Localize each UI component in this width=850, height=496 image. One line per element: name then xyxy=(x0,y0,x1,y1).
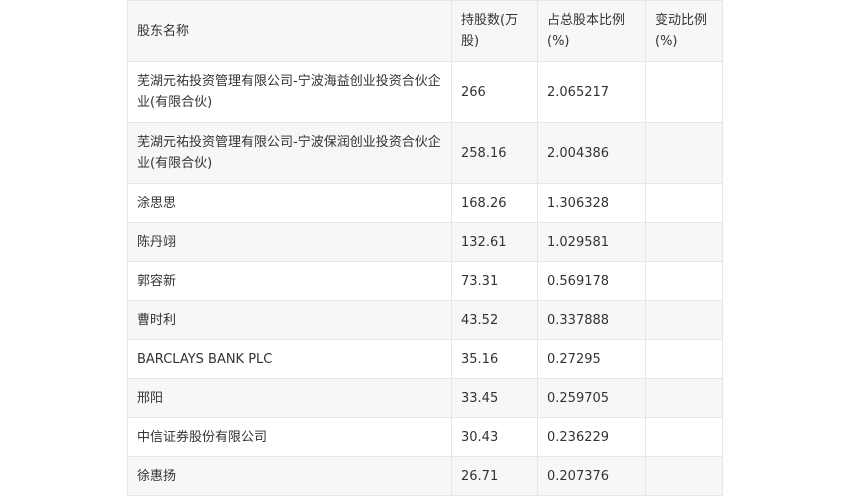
cell-change-ratio xyxy=(645,122,723,184)
cell-shares-held: 266 xyxy=(451,61,538,123)
cell-shares-held: 73.31 xyxy=(451,261,538,301)
table-row: 曹时利 43.52 0.337888 xyxy=(127,300,723,340)
table-body: 芜湖元祐投资管理有限公司-宁波海益创业投资合伙企业(有限合伙) 266 2.06… xyxy=(127,61,723,496)
table-header: 股东名称 持股数(万股) 占总股本比例(%) 变动比例(%) xyxy=(127,0,723,62)
table-row: 郭容新 73.31 0.569178 xyxy=(127,261,723,301)
cell-change-ratio xyxy=(645,300,723,340)
table-row: 芜湖元祐投资管理有限公司-宁波海益创业投资合伙企业(有限合伙) 266 2.06… xyxy=(127,61,723,123)
cell-change-ratio xyxy=(645,417,723,457)
cell-shareholder-name: 芜湖元祐投资管理有限公司-宁波海益创业投资合伙企业(有限合伙) xyxy=(127,61,452,123)
header-row: 股东名称 持股数(万股) 占总股本比例(%) 变动比例(%) xyxy=(127,0,723,62)
cell-change-ratio xyxy=(645,456,723,496)
table-row: 徐惠扬 26.71 0.207376 xyxy=(127,456,723,496)
cell-shareholder-name: 郭容新 xyxy=(127,261,452,301)
table-row: 邢阳 33.45 0.259705 xyxy=(127,378,723,418)
cell-shareholder-name: 徐惠扬 xyxy=(127,456,452,496)
cell-change-ratio xyxy=(645,61,723,123)
table-row: 陈丹翊 132.61 1.029581 xyxy=(127,222,723,262)
header-share-ratio: 占总股本比例(%) xyxy=(537,0,646,62)
cell-share-ratio: 2.004386 xyxy=(537,122,646,184)
cell-shareholder-name: 涂思思 xyxy=(127,183,452,223)
cell-shares-held: 26.71 xyxy=(451,456,538,496)
cell-change-ratio xyxy=(645,222,723,262)
shareholder-table: 股东名称 持股数(万股) 占总股本比例(%) 变动比例(%) 芜湖元祐投资管理有… xyxy=(127,0,723,496)
cell-shareholder-name: 中信证券股份有限公司 xyxy=(127,417,452,457)
table-row: 芜湖元祐投资管理有限公司-宁波保润创业投资合伙企业(有限合伙) 258.16 2… xyxy=(127,122,723,184)
cell-shares-held: 35.16 xyxy=(451,339,538,379)
cell-shareholder-name: 芜湖元祐投资管理有限公司-宁波保润创业投资合伙企业(有限合伙) xyxy=(127,122,452,184)
cell-share-ratio: 0.27295 xyxy=(537,339,646,379)
cell-shares-held: 132.61 xyxy=(451,222,538,262)
cell-shares-held: 30.43 xyxy=(451,417,538,457)
cell-shareholder-name: 邢阳 xyxy=(127,378,452,418)
cell-change-ratio xyxy=(645,339,723,379)
cell-share-ratio: 1.306328 xyxy=(537,183,646,223)
cell-shareholder-name: BARCLAYS BANK PLC xyxy=(127,339,452,379)
cell-share-ratio: 2.065217 xyxy=(537,61,646,123)
header-shareholder-name: 股东名称 xyxy=(127,0,452,62)
header-shares-held: 持股数(万股) xyxy=(451,0,538,62)
table-row: BARCLAYS BANK PLC 35.16 0.27295 xyxy=(127,339,723,379)
cell-share-ratio: 0.236229 xyxy=(537,417,646,457)
cell-shareholder-name: 曹时利 xyxy=(127,300,452,340)
cell-share-ratio: 0.207376 xyxy=(537,456,646,496)
cell-change-ratio xyxy=(645,378,723,418)
cell-shareholder-name: 陈丹翊 xyxy=(127,222,452,262)
cell-share-ratio: 0.259705 xyxy=(537,378,646,418)
cell-share-ratio: 1.029581 xyxy=(537,222,646,262)
cell-share-ratio: 0.569178 xyxy=(537,261,646,301)
shareholder-table-container: 股东名称 持股数(万股) 占总股本比例(%) 变动比例(%) 芜湖元祐投资管理有… xyxy=(127,0,723,496)
table-row: 中信证券股份有限公司 30.43 0.236229 xyxy=(127,417,723,457)
cell-shares-held: 33.45 xyxy=(451,378,538,418)
header-change-ratio: 变动比例(%) xyxy=(645,0,723,62)
cell-change-ratio xyxy=(645,261,723,301)
cell-change-ratio xyxy=(645,183,723,223)
cell-shares-held: 43.52 xyxy=(451,300,538,340)
cell-shares-held: 168.26 xyxy=(451,183,538,223)
cell-share-ratio: 0.337888 xyxy=(537,300,646,340)
table-row: 涂思思 168.26 1.306328 xyxy=(127,183,723,223)
cell-shares-held: 258.16 xyxy=(451,122,538,184)
